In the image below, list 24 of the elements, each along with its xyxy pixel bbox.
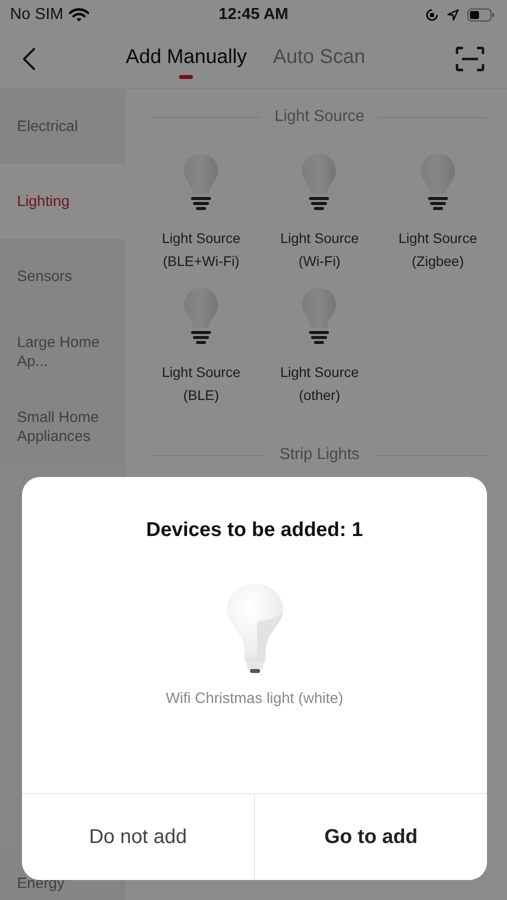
category-item[interactable]: Lighting xyxy=(0,164,126,239)
light-bulb-icon xyxy=(182,287,220,347)
dialog-title: Devices to be added: 1 xyxy=(146,519,363,542)
light-bulb-icon xyxy=(418,153,457,213)
carrier-label: No SIM xyxy=(10,6,64,24)
section-title: Light Source xyxy=(274,108,364,126)
device-name: Wifi Christmas light (white) xyxy=(166,690,344,707)
tab[interactable]: Add Manually xyxy=(126,40,247,78)
rotation-lock-icon xyxy=(425,8,439,22)
wifi-icon xyxy=(69,8,90,22)
battery-icon xyxy=(467,8,495,22)
light-bulb-icon xyxy=(300,287,338,347)
device-tile[interactable]: Light Source (BLE) xyxy=(142,287,260,407)
light-bulb-icon xyxy=(182,153,220,213)
device-tile[interactable]: Light Source (Wi-Fi) xyxy=(260,153,379,273)
section-title: Strip Lights xyxy=(279,446,360,464)
dialog-button[interactable]: Go to add xyxy=(254,794,487,880)
device-tile[interactable]: Light Source (Zigbee) xyxy=(378,153,497,273)
device-tile[interactable]: Light Source (other) xyxy=(260,287,379,407)
location-icon xyxy=(447,9,459,21)
clock-time: 12:45 AM xyxy=(218,6,288,24)
device-tile[interactable]: Light Source (BLE+Wi-Fi) xyxy=(142,153,260,273)
tab[interactable]: Auto Scan xyxy=(272,40,366,78)
light-bulb-icon xyxy=(300,153,338,213)
